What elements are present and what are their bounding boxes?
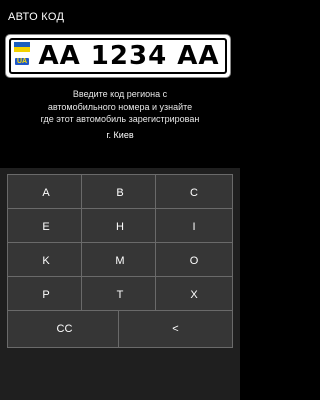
instruction-line-2: автомобильного номера и узнайте — [47, 101, 193, 112]
key-x[interactable]: X — [155, 276, 233, 314]
ukraine-flag-icon — [14, 42, 30, 52]
backspace-key[interactable]: < — [118, 310, 233, 348]
plate-country-code: UA — [14, 58, 30, 65]
letter-keyboard: A B C E H I K M O P T X CC < — [0, 168, 240, 400]
key-e[interactable]: E — [7, 208, 85, 246]
instruction-line-1: Введите код региона с — [72, 89, 168, 99]
key-h[interactable]: H — [81, 208, 159, 246]
license-plate-frame: UA AA 1234 AA — [9, 38, 227, 74]
key-i[interactable]: I — [155, 208, 233, 246]
plate-number: AA 1234 AA — [38, 41, 220, 71]
key-b[interactable]: B — [81, 174, 159, 212]
key-c[interactable]: C — [155, 174, 233, 212]
instruction-text: Введите код региона с автомобильного ном… — [0, 88, 240, 126]
region-result: г. Киев — [106, 130, 134, 140]
key-a[interactable]: A — [7, 174, 85, 212]
key-t[interactable]: T — [81, 276, 159, 314]
key-p[interactable]: P — [7, 276, 85, 314]
app-title: АВТО КОД — [8, 11, 65, 23]
license-plate: UA AA 1234 AA — [6, 35, 230, 77]
instruction-line-3: где этот автомобиль зарегистрирован — [40, 114, 200, 124]
plate-flag-area: UA — [11, 40, 33, 72]
key-k[interactable]: K — [7, 242, 85, 280]
key-m[interactable]: M — [81, 242, 159, 280]
key-o[interactable]: O — [155, 242, 233, 280]
key-cc[interactable]: CC — [7, 310, 122, 348]
